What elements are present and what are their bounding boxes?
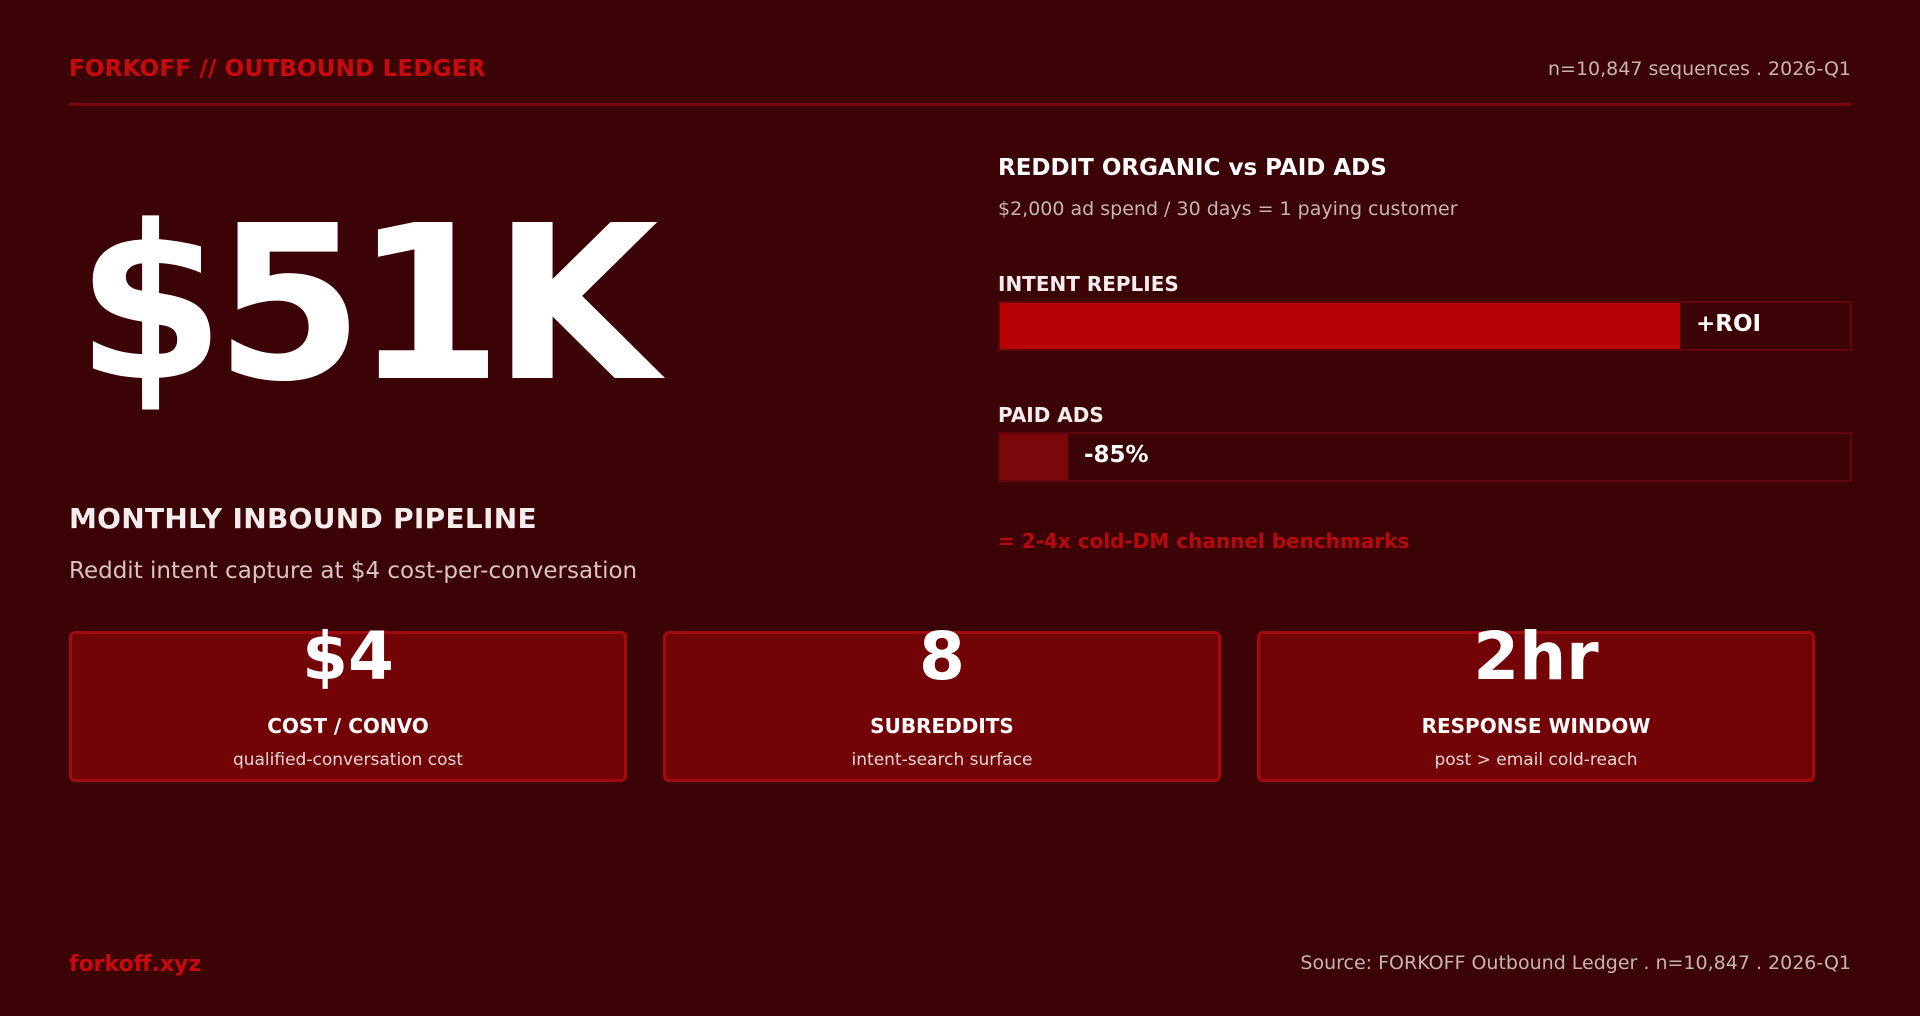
intent-replies-bar: +ROI	[998, 301, 1852, 351]
stat-card-label: SUBREDDITS	[870, 714, 1014, 738]
header-bar: FORKOFF // OUTBOUND LEDGER n=10,847 sequ…	[69, 52, 1851, 106]
stat-card-description: qualified-conversation cost	[232, 750, 464, 770]
stat-card-label: RESPONSE WINDOW	[1421, 714, 1651, 738]
stat-card-description: post > email cold-reach	[1434, 750, 1638, 770]
stat-card-number: 8	[919, 618, 965, 695]
comparison-title: REDDIT ORGANIC vs PAID ADS	[998, 155, 1387, 181]
stat-card-number: 2hr	[1473, 618, 1599, 695]
brand-title: FORKOFF // OUTBOUND LEDGER	[69, 56, 486, 82]
stat-card-description: intent-search surface	[851, 750, 1033, 770]
stat-card-response: 2hr RESPONSE WINDOW post > email cold-re…	[1257, 624, 1815, 782]
stat-card-subreddits: 8 SUBREDDITS intent-search surface	[663, 624, 1221, 782]
stat-card-number: $4	[302, 618, 394, 695]
slide: FORKOFF // OUTBOUND LEDGER n=10,847 sequ…	[0, 0, 1920, 1016]
intent-replies-label: INTENT REPLIES	[998, 272, 1179, 296]
benchmark-note: = 2-4x cold-DM channel benchmarks	[998, 529, 1410, 553]
stat-card-cost: $4 COST / CONVO qualified-conversation c…	[69, 624, 627, 782]
paid-ads-value: -85%	[1084, 442, 1149, 468]
intent-replies-value: +ROI	[1696, 311, 1762, 337]
hero-subtitle: Reddit intent capture at $4 cost-per-con…	[69, 558, 638, 584]
comparison-subtitle: $2,000 ad spend / 30 days = 1 paying cus…	[998, 198, 1458, 220]
intent-replies-bar-fill	[1000, 303, 1680, 349]
paid-ads-bar-fill	[1000, 434, 1068, 480]
paid-ads-label: PAID ADS	[998, 403, 1104, 427]
hero-title: MONTHLY INBOUND PIPELINE	[69, 502, 537, 535]
footer-source: Source: FORKOFF Outbound Ledger . n=10,8…	[1300, 952, 1851, 974]
sample-meta: n=10,847 sequences . 2026-Q1	[1547, 58, 1851, 80]
hero-metric: $51K	[76, 180, 659, 429]
paid-ads-bar: -85%	[998, 432, 1852, 482]
stat-card-label: COST / CONVO	[267, 714, 429, 738]
footer-brand-link[interactable]: forkoff.xyz	[69, 952, 201, 977]
